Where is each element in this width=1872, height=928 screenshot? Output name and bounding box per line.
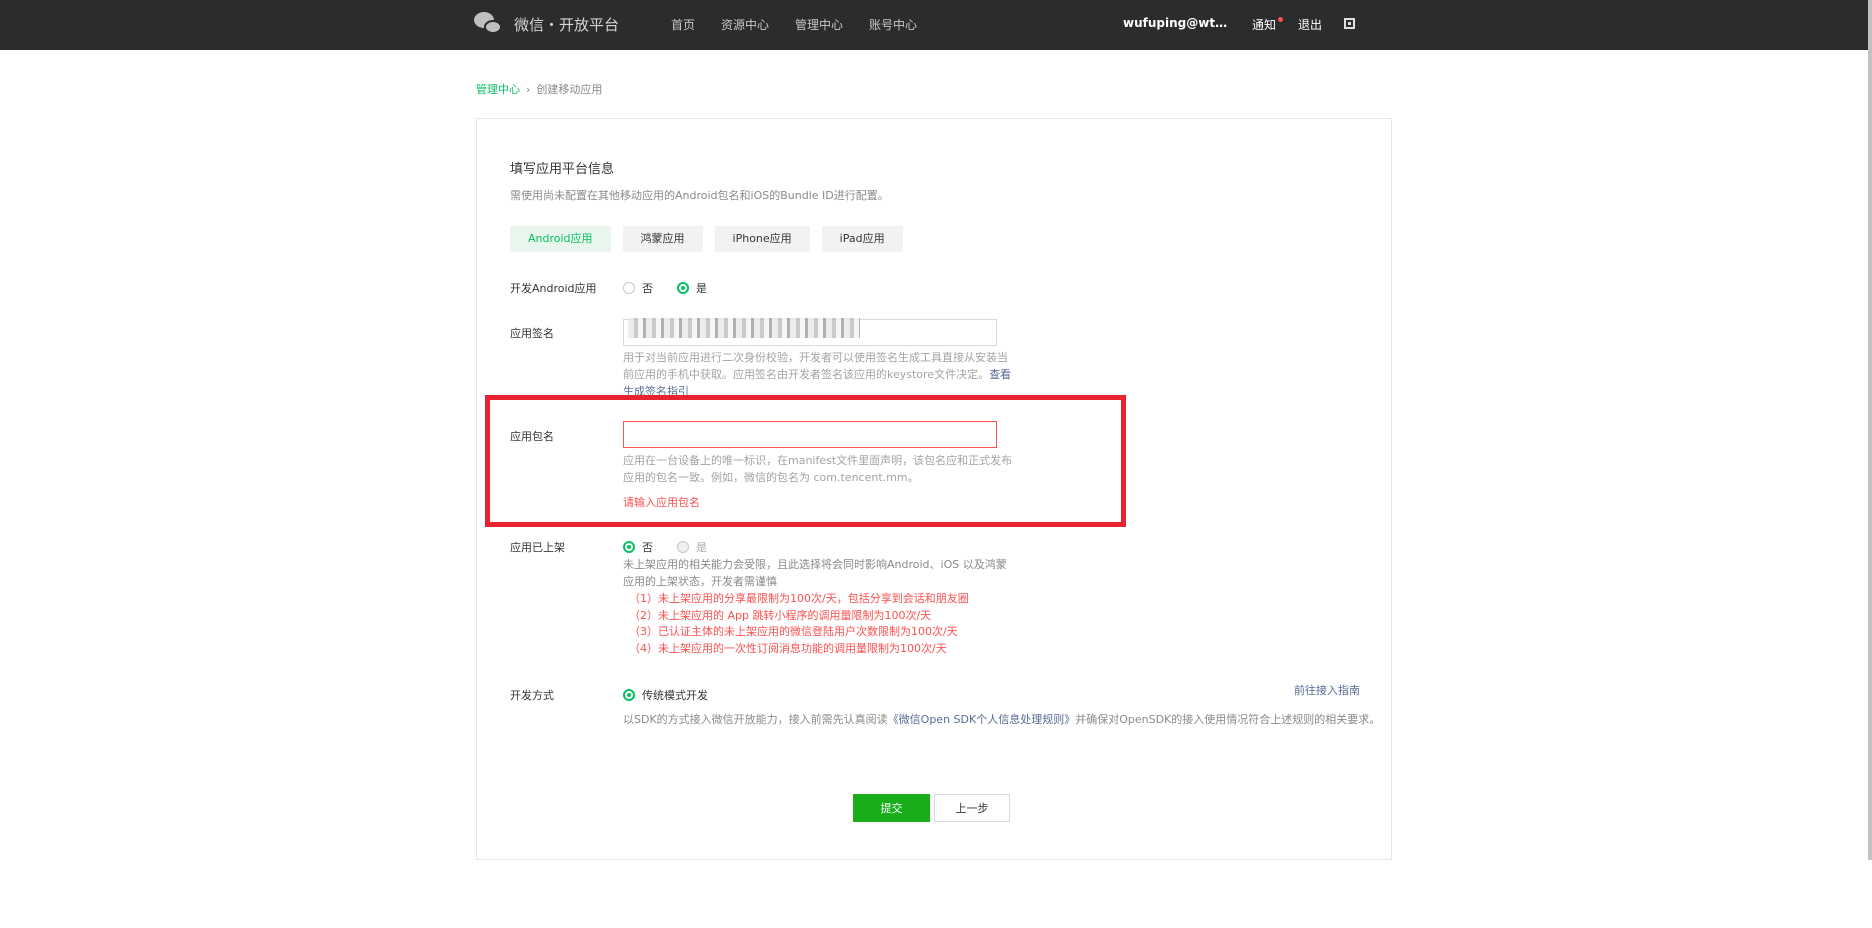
published-radio-group: 否 是 [623, 539, 731, 555]
submit-button[interactable]: 提交 [853, 794, 930, 822]
rule-item: （3）已认证主体的未上架应用的微信登陆用户次数限制为100次/天 [629, 625, 958, 638]
package-help: 应用在一台设备上的唯一标识，在manifest文件里面声明，该包名应和正式发布应… [623, 454, 1013, 484]
breadcrumb-current: 创建移动应用 [536, 83, 603, 96]
dev-android-radio-group: 否 是 [623, 280, 731, 296]
dev-android-no-label[interactable]: 否 [642, 280, 653, 296]
tab-ipad[interactable]: iPad应用 [821, 226, 903, 252]
dev-android-no-radio[interactable] [623, 282, 635, 294]
dev-android-yes-radio[interactable] [677, 282, 689, 294]
nav-management[interactable]: 管理中心 [795, 16, 843, 33]
signature-help: 用于对当前应用进行二次身份校验，开发者可以使用签名生成工具直接从安装当前应用的手… [623, 349, 1015, 400]
published-yes-label[interactable]: 是 [696, 539, 707, 555]
logout-link[interactable]: 退出 [1298, 16, 1322, 33]
tab-android[interactable]: Android应用 [510, 226, 611, 252]
access-guide-link[interactable]: 前往接入指南 [1294, 682, 1360, 698]
dev-mode-radio-group: 传统模式开发 [623, 687, 732, 703]
notice-dot-icon [1278, 17, 1283, 22]
breadcrumb-parent[interactable]: 管理中心 [476, 83, 520, 96]
nav-resources[interactable]: 资源中心 [721, 16, 769, 33]
wechat-logo-icon [474, 12, 504, 36]
section-description: 需使用尚未配置在其他移动应用的Android包名和iOS的Bundle ID进行… [510, 189, 889, 202]
published-yes-radio[interactable] [677, 541, 689, 553]
section-title: 填写应用平台信息 [510, 162, 615, 177]
rule-item: （4）未上架应用的一次性订阅消息功能的调用量限制为100次/天 [629, 641, 947, 655]
dev-mode-traditional-radio[interactable] [623, 689, 635, 701]
breadcrumb: 管理中心 › 创建移动应用 [476, 81, 602, 97]
package-input[interactable] [623, 421, 997, 448]
published-label: 应用已上架 [510, 541, 565, 554]
package-error: 请输入应用包名 [623, 496, 700, 509]
published-no-radio[interactable] [623, 541, 635, 553]
dev-mode-traditional-label[interactable]: 传统模式开发 [642, 687, 708, 703]
logo-text: 微信・开放平台 [514, 15, 620, 34]
notice-link[interactable]: 通知 [1252, 16, 1276, 33]
rule-item: （1）未上架应用的分享最限制为100次/天，包括分享到会话和朋友圈 [629, 592, 969, 605]
signature-redacted-value [628, 318, 860, 338]
rule-item: （2）未上架应用的 App 跳转小程序的调用量限制为100次/天 [629, 608, 932, 622]
dev-mode-label: 开发方式 [510, 689, 554, 702]
package-label: 应用包名 [510, 430, 554, 443]
nav-account[interactable]: 账号中心 [869, 16, 917, 33]
chevron-right-icon: › [526, 83, 531, 96]
published-help: 未上架应用的相关能力会受限，且此选择将会同时影响Android、iOS 以及鸿蒙… [623, 558, 1007, 588]
main-nav: 首页 资源中心 管理中心 账号中心 [671, 16, 943, 33]
nav-home[interactable]: 首页 [671, 16, 695, 33]
page-scrollbar[interactable] [1868, 0, 1872, 860]
tab-iphone[interactable]: iPhone应用 [714, 226, 810, 252]
logo[interactable]: 微信・开放平台 [474, 12, 619, 36]
dev-mode-desc-prefix: 以SDK的方式接入微信开放能力，接入前需先认真阅读 [623, 713, 888, 726]
signature-label: 应用签名 [510, 327, 554, 340]
published-no-label[interactable]: 否 [642, 539, 653, 555]
dev-mode-desc-suffix: 并确保对OpenSDK的接入使用情况符合上述规则的相关要求。 [1075, 713, 1381, 726]
back-button[interactable]: 上一步 [934, 794, 1010, 822]
sdk-rules-link[interactable]: 《微信Open SDK个人信息处理规则》 [888, 713, 1076, 726]
user-account[interactable]: wufuping@wtutec... [1123, 16, 1233, 30]
dev-android-label: 开发Android应用 [510, 282, 597, 295]
top-bar: 微信・开放平台 首页 资源中心 管理中心 账号中心 wufuping@wtute… [0, 0, 1868, 50]
platform-tabs: Android应用 鸿蒙应用 iPhone应用 iPad应用 [510, 226, 915, 252]
published-rules: （1）未上架应用的分享最限制为100次/天，包括分享到会话和朋友圈 （2）未上架… [629, 591, 969, 657]
tab-harmony[interactable]: 鸿蒙应用 [622, 226, 703, 252]
signature-help-text: 用于对当前应用进行二次身份校验，开发者可以使用签名生成工具直接从安装当前应用的手… [623, 351, 1008, 381]
dev-android-yes-label[interactable]: 是 [696, 280, 707, 296]
dev-mode-description: 以SDK的方式接入微信开放能力，接入前需先认真阅读《微信Open SDK个人信息… [623, 711, 1380, 727]
qr-code-icon[interactable] [1344, 18, 1355, 29]
